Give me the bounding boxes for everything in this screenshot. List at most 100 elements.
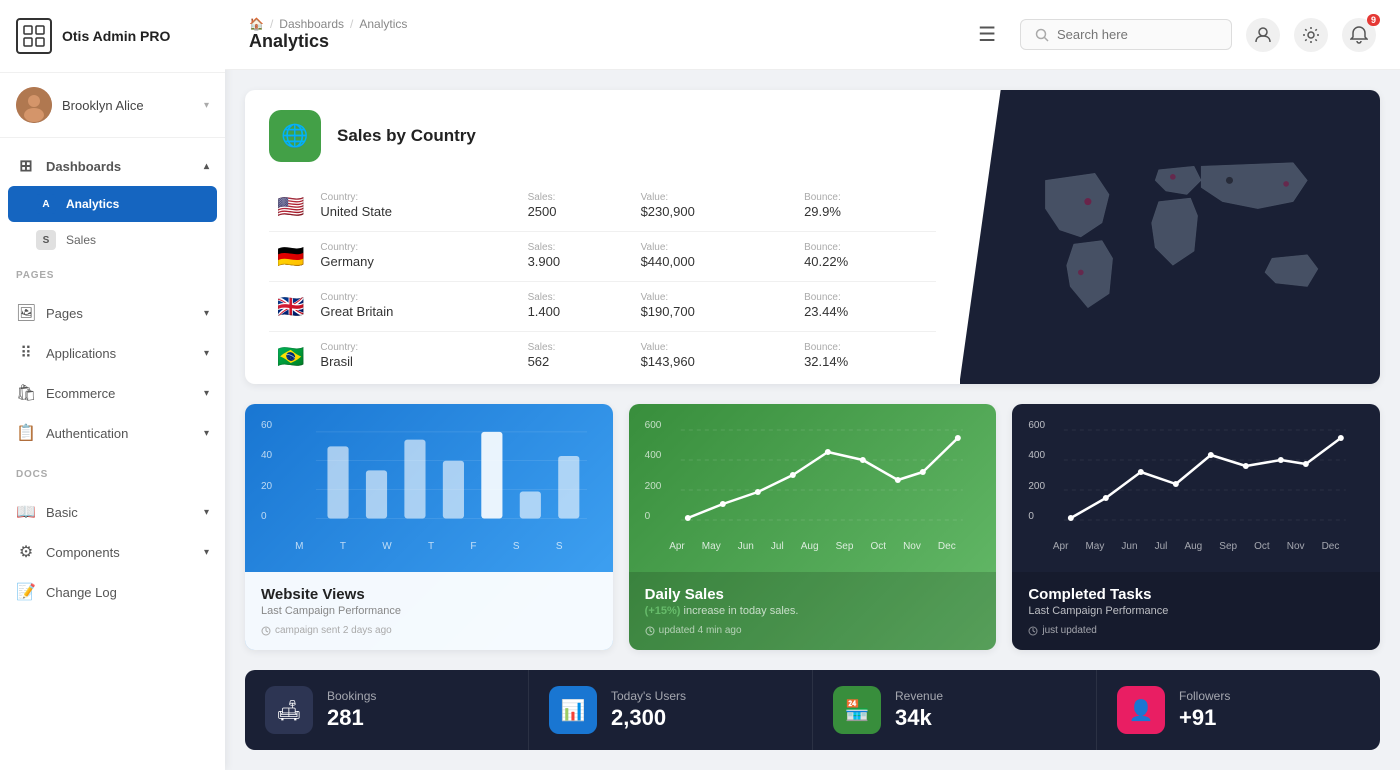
bounce-rate: 40.22%: [804, 254, 848, 269]
stat-text-bookings: Bookings 281: [327, 689, 376, 731]
country-name: Germany: [320, 254, 373, 269]
notification-badge: 9: [1367, 14, 1380, 26]
menu-icon[interactable]: ☰: [978, 22, 996, 47]
daily-sales-subtitle-text: increase in today sales.: [684, 605, 799, 617]
daily-sales-subtitle: (+15%) increase in today sales.: [645, 605, 981, 617]
stat-label-bookings: Bookings: [327, 689, 376, 703]
stat-item-bookings: 🛋 Bookings 281: [245, 670, 529, 750]
sales-value: 1.400: [528, 304, 561, 319]
table-row: 🇺🇸 Country: United State Sales: 2500 Val…: [269, 182, 936, 232]
stat-value-followers: +91: [1179, 705, 1230, 731]
sidebar-item-applications[interactable]: ⠿ Applications ▾: [0, 333, 225, 373]
stat-value-revenue: 34k: [895, 705, 943, 731]
search-box[interactable]: [1020, 19, 1232, 50]
pages-icon: 🖼: [16, 303, 36, 323]
sidebar-item-ecommerce[interactable]: 🛍 Ecommerce ▾: [0, 373, 225, 413]
ecommerce-icon: 🛍: [16, 383, 36, 403]
clock-icon-3: [1028, 626, 1038, 636]
ecommerce-label: Ecommerce: [46, 386, 115, 401]
value-amount: $190,700: [641, 304, 695, 319]
table-row: 🇩🇪 Country: Germany Sales: 3.900 Value: …: [269, 232, 936, 282]
header-left: 🏠 / Dashboards / Analytics Analytics: [249, 17, 962, 52]
sidebar-item-authentication[interactable]: 📋 Authentication ▾: [0, 413, 225, 453]
stat-item-revenue: 🏪 Revenue 34k: [813, 670, 1097, 750]
sales-col-label: Sales:: [528, 342, 625, 353]
sales-country-card: 🌐 Sales by Country 🇺🇸 Country: United St…: [245, 90, 1380, 384]
sidebar-item-basic[interactable]: 📖 Basic ▾: [0, 492, 225, 532]
country-flag: 🇺🇸: [277, 194, 304, 219]
ecommerce-chevron-icon: ▾: [204, 388, 209, 399]
sales-value: 562: [528, 354, 550, 369]
notifications-icon-btn[interactable]: 9: [1342, 18, 1376, 52]
sidebar-item-analytics[interactable]: A Analytics: [8, 186, 217, 222]
completed-tasks-chart-area: 600 400 200 0: [1012, 404, 1380, 572]
breadcrumb: 🏠 / Dashboards / Analytics: [249, 17, 962, 31]
stat-label-revenue: Revenue: [895, 689, 943, 703]
sales-value: 2500: [528, 204, 557, 219]
changelog-label: Change Log: [46, 585, 117, 600]
sales-col-label: Sales:: [528, 192, 625, 203]
daily-sales-card: 600 400 200 0: [629, 404, 997, 650]
country-name: Brasil: [320, 354, 353, 369]
page-title: Analytics: [249, 31, 962, 52]
analytics-label: Analytics: [66, 197, 119, 211]
profile-icon-btn[interactable]: [1246, 18, 1280, 52]
stat-item-followers: 👤 Followers +91: [1097, 670, 1380, 750]
completed-tasks-time: just updated: [1028, 625, 1364, 636]
dashboards-chevron-icon: ▴: [204, 161, 209, 172]
table-row: 🇧🇷 Country: Brasil Sales: 562 Value: $14…: [269, 332, 936, 382]
pages-label: Pages: [46, 306, 83, 321]
sales-col-label: Sales:: [528, 242, 625, 253]
website-views-footer: Website Views Last Campaign Performance …: [245, 572, 613, 650]
sidebar-pages-section: 🖼 Pages ▾ ⠿ Applications ▾ 🛍 Ecommerce ▾…: [0, 285, 225, 461]
website-views-title: Website Views: [261, 586, 597, 603]
sidebar-item-changelog[interactable]: 📝 Change Log: [0, 572, 225, 612]
sales-col-label: Sales:: [528, 292, 625, 303]
sidebar-item-pages[interactable]: 🖼 Pages ▾: [0, 293, 225, 333]
daily-sales-title: Daily Sales: [645, 586, 981, 603]
country-name: Great Britain: [320, 304, 393, 319]
logo-icon: [16, 18, 52, 54]
daily-sales-x-labels: AprMayJunJulAugSepOctNovDec: [645, 541, 981, 552]
completed-tasks-subtitle: Last Campaign Performance: [1028, 605, 1364, 617]
components-label: Components: [46, 545, 120, 560]
website-views-subtitle: Last Campaign Performance: [261, 605, 597, 617]
analytics-letter: A: [36, 194, 56, 214]
stat-item-today_users: 📊 Today's Users 2,300: [529, 670, 813, 750]
settings-icon-btn[interactable]: [1294, 18, 1328, 52]
user-icon: [1254, 26, 1272, 44]
country-table: 🇺🇸 Country: United State Sales: 2500 Val…: [269, 182, 936, 381]
sidebar-item-sales[interactable]: S Sales: [0, 222, 225, 258]
sidebar-user[interactable]: Brooklyn Alice ▾: [0, 73, 225, 138]
bounce-rate: 23.44%: [804, 304, 848, 319]
search-input[interactable]: [1057, 27, 1217, 42]
value-amount: $440,000: [641, 254, 695, 269]
sidebar-dashboards-section: ⊞ Dashboards ▴ A Analytics S Sales: [0, 138, 225, 266]
sidebar-docs-section: 📖 Basic ▾ ⚙ Components ▾ 📝 Change Log: [0, 484, 225, 620]
bounce-rate: 29.9%: [804, 204, 841, 219]
basic-icon: 📖: [16, 502, 36, 522]
bounce-col-label: Bounce:: [804, 242, 928, 253]
country-name: United State: [320, 204, 392, 219]
charts-row: 60 40 20 0: [245, 404, 1380, 650]
website-views-chart-area: 60 40 20 0: [245, 404, 613, 572]
sidebar: Otis Admin PRO Brooklyn Alice ▾ ⊞ Dashbo…: [0, 0, 225, 770]
clock-icon: [261, 626, 271, 636]
dashboards-icon: ⊞: [16, 156, 36, 176]
sales-letter: S: [36, 230, 56, 250]
country-flag: 🇧🇷: [277, 344, 304, 369]
completed-tasks-line-svg: [1028, 420, 1364, 540]
value-amount: $230,900: [641, 204, 695, 219]
website-views-time: campaign sent 2 days ago: [261, 625, 597, 636]
sidebar-item-dashboards[interactable]: ⊞ Dashboards ▴: [0, 146, 225, 186]
pages-chevron-icon: ▾: [204, 308, 209, 319]
applications-icon: ⠿: [16, 343, 36, 363]
bar-chart-svg: [261, 420, 597, 540]
header: 🏠 / Dashboards / Analytics Analytics ☰: [225, 0, 1400, 70]
daily-sales-line-svg: [645, 420, 981, 540]
country-col-label: Country:: [320, 242, 511, 253]
sidebar-item-components[interactable]: ⚙ Components ▾: [0, 532, 225, 572]
daily-sales-footer: Daily Sales (+15%) increase in today sal…: [629, 572, 997, 650]
authentication-icon: 📋: [16, 423, 36, 443]
clock-icon-2: [645, 626, 655, 636]
